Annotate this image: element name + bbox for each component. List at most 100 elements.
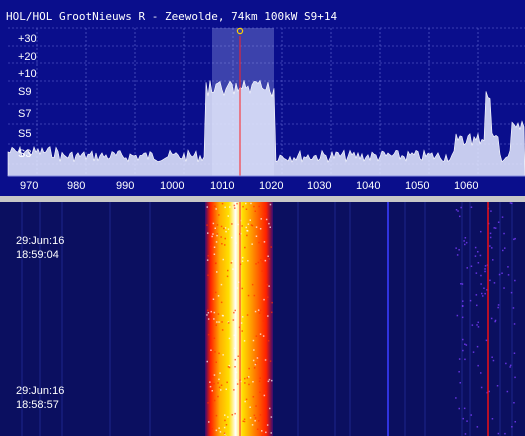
speckle-dot <box>470 414 472 416</box>
speckle-dot <box>490 317 493 320</box>
speckle-dot <box>237 223 239 226</box>
speckle-dot <box>221 202 224 205</box>
speckle-dot <box>264 390 267 393</box>
speckle-dot <box>241 260 244 262</box>
speckle-dot <box>252 396 255 398</box>
sdr-app: HOL/HOL GrootNieuws R - Zeewolde, 74km 1… <box>0 0 525 436</box>
speckle-dot <box>214 351 216 353</box>
speckle-dot <box>244 377 246 380</box>
speckle-dot <box>484 292 486 295</box>
speckle-dot <box>480 230 482 233</box>
speckle-dot <box>215 324 217 326</box>
speckle-dot <box>247 260 249 262</box>
speckle-dot <box>269 360 272 362</box>
speckle-dot <box>502 249 504 252</box>
speckle-dot <box>220 283 223 286</box>
speckle-dot <box>514 237 516 240</box>
speckle-dot <box>460 283 462 285</box>
speckle-dot <box>235 379 238 381</box>
speckle-dot <box>258 420 260 422</box>
speckle-dot <box>271 301 273 304</box>
speckle-dot <box>232 319 235 321</box>
speckle-dot <box>485 339 488 342</box>
speckle-dot <box>503 232 505 235</box>
speckle-dot <box>262 335 265 337</box>
speckle-dot <box>206 314 208 316</box>
speckle-dot <box>232 268 234 270</box>
speckle-dot <box>259 414 262 416</box>
speckle-dot <box>472 351 475 353</box>
speckle-dot <box>460 206 462 209</box>
level-label-plus20: +20 <box>18 51 37 63</box>
speckle-dot <box>474 246 477 249</box>
speckle-dot <box>236 287 239 289</box>
speckle-dot <box>227 416 229 418</box>
speckle-dot <box>259 333 262 335</box>
speckle-dot <box>492 259 494 261</box>
speckle-dot <box>257 309 260 311</box>
speckle-dot <box>268 258 271 260</box>
speckle-dot <box>220 389 222 391</box>
speckle-dot <box>245 202 247 205</box>
speckle-dot <box>248 376 250 378</box>
speckle-dot <box>216 321 218 323</box>
speckle-dot <box>484 270 486 273</box>
speckle-dot <box>215 291 217 294</box>
speckle-dot <box>217 295 220 297</box>
speckle-dot <box>206 259 209 261</box>
speckle-dot <box>245 398 248 401</box>
waterfall-plot[interactable] <box>0 202 525 436</box>
speckle-dot <box>225 230 227 233</box>
speckle-dot <box>207 318 210 320</box>
speckle-dot <box>513 238 515 241</box>
spectrum-display[interactable]: HOL/HOL GrootNieuws R - Zeewolde, 74km 1… <box>0 0 525 196</box>
speckle-dot <box>513 352 516 354</box>
speckle-dot <box>235 371 238 374</box>
speckle-dot <box>206 206 208 208</box>
speckle-dot <box>511 202 513 205</box>
speckle-dot <box>231 260 234 262</box>
speckle-dot <box>255 335 258 337</box>
speckle-dot <box>234 366 236 368</box>
speckle-dot <box>217 313 220 315</box>
speckle-dot <box>211 428 213 430</box>
spectrum-plot[interactable] <box>0 0 525 196</box>
speckle-dot <box>251 424 254 426</box>
level-label-plus30: +30 <box>18 33 37 45</box>
speckle-dot <box>234 207 236 209</box>
speckle-dot <box>497 306 499 309</box>
speckle-dot <box>206 224 208 226</box>
speckle-dot <box>241 225 243 227</box>
speckle-dot <box>241 330 243 332</box>
speckle-dot <box>507 274 510 276</box>
speckle-dot <box>243 418 246 420</box>
speckle-dot <box>476 324 478 326</box>
speckle-dot <box>459 382 461 384</box>
speckle-dot <box>215 361 217 363</box>
speckle-dot <box>236 202 238 205</box>
speckle-dot <box>477 251 479 253</box>
speckle-dot <box>259 391 261 393</box>
speckle-dot <box>269 407 271 410</box>
speckle-dot <box>461 283 464 285</box>
speckle-dot <box>265 431 267 434</box>
speckle-dot <box>206 360 208 363</box>
waterfall-display[interactable]: 29:Jun:16 18:59:04 29:Jun:16 18:58:57 <box>0 202 525 436</box>
speckle-dot <box>476 345 479 348</box>
speckle-dot <box>494 319 497 322</box>
speckle-dot <box>476 426 479 428</box>
speckle-dot <box>246 314 249 316</box>
speckle-dot <box>252 359 255 362</box>
speckle-dot <box>471 324 474 326</box>
speckle-dot <box>223 426 226 429</box>
speckle-dot <box>223 432 226 435</box>
speckle-dot <box>213 246 216 248</box>
speckle-dot <box>234 309 236 312</box>
speckle-dot <box>264 259 267 262</box>
speckle-dot <box>475 294 478 296</box>
speckle-dot <box>227 269 229 272</box>
speckle-dot <box>480 283 482 285</box>
speckle-dot <box>259 228 262 230</box>
speckle-dot <box>226 381 228 384</box>
speckle-dot <box>220 225 223 228</box>
